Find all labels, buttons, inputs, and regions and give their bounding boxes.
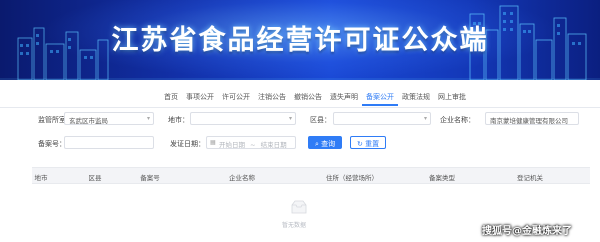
agency-select[interactable]: 玄武区市监局 ▾ <box>64 112 154 125</box>
agency-select-value: 玄武区市监局 <box>69 117 108 125</box>
empty-box-icon <box>291 200 307 214</box>
company-input-value: 南京蒙培健康管理有限公司 <box>490 117 568 125</box>
table-header: 地市 区县 备案号 企业名称 住所（经营场所） 备案类型 登记机关 <box>32 167 590 184</box>
nav-item-6[interactable]: 备案公开 <box>362 90 398 106</box>
empty-state-text: 暂无数据 <box>282 222 307 229</box>
date-end-placeholder: 结束日期 <box>260 141 287 149</box>
company-label: 企业名称： <box>440 116 475 124</box>
nav-item-0[interactable]: 首页 <box>160 90 182 106</box>
refresh-icon: ↻ <box>357 140 363 148</box>
column-header-district: 区县 <box>88 174 102 182</box>
column-header-address: 住所（经营场所） <box>326 174 378 182</box>
chevron-down-icon: ▾ <box>146 115 150 122</box>
nav-item-4[interactable]: 撤销公告 <box>290 90 326 106</box>
nav-item-8[interactable]: 网上审批 <box>434 90 470 106</box>
city-select[interactable]: ▾ <box>190 112 296 125</box>
nav-item-7[interactable]: 政策法规 <box>398 90 434 106</box>
column-header-company: 企业名称 <box>229 174 255 182</box>
date-start-placeholder: 开始日期 <box>219 141 245 149</box>
column-header-authority: 登记机关 <box>517 174 543 182</box>
record-label: 备案号： <box>38 140 66 148</box>
reset-button-label: 重置 <box>365 140 380 148</box>
calendar-icon: ▦ <box>210 139 216 146</box>
district-select[interactable]: ▾ <box>333 112 431 125</box>
chevron-down-icon: ▾ <box>423 115 427 122</box>
main-nav: 首页 事项公开 许可公开 注销公告 撤销公告 遗失声明 备案公开 政策法规 网上审批 <box>0 86 600 108</box>
reset-button[interactable]: ↻ 重置 <box>350 136 387 149</box>
search-button[interactable]: ⌕ 查询 <box>308 136 343 149</box>
nav-items: 首页 事项公开 许可公开 注销公告 撤销公告 遗失声明 备案公开 政策法规 网上审批 <box>160 90 470 106</box>
city-label: 地市： <box>168 116 189 124</box>
record-input[interactable] <box>64 136 154 149</box>
search-icon: ⌕ <box>315 140 319 148</box>
column-header-record-no: 备案号 <box>140 174 160 182</box>
column-header-city: 地市 <box>34 174 48 182</box>
chevron-down-icon: ▾ <box>288 115 292 122</box>
column-header-record-type: 备案类型 <box>429 174 455 182</box>
filter-row-2: 备案号： 发证日期： ▦ 开始日期 ~ 结束日期 ⌕ 查询 ↻ 重置 <box>0 136 600 152</box>
nav-item-5[interactable]: 遗失声明 <box>326 90 362 106</box>
date-separator: ~ <box>250 141 256 149</box>
nav-item-3[interactable]: 注销公告 <box>254 90 290 106</box>
watermark-text: 搜狐号@金融炼来了 <box>482 226 572 237</box>
company-input[interactable]: 南京蒙培健康管理有限公司 <box>485 112 579 125</box>
filter-row-1: 监管所室： 玄武区市监局 ▾ 地市： ▾ 区县： ▾ 企业名称： 南京蒙培健康管… <box>0 112 600 128</box>
search-button-label: 查询 <box>321 140 336 148</box>
nav-item-2[interactable]: 许可公开 <box>218 90 254 106</box>
date-range-picker[interactable]: ▦ 开始日期 ~ 结束日期 <box>206 136 296 149</box>
date-label: 发证日期： <box>170 140 205 148</box>
nav-item-1[interactable]: 事项公开 <box>182 90 218 106</box>
district-label: 区县： <box>310 116 331 124</box>
header-banner: 江苏省食品经营许可证公众端 <box>0 0 600 80</box>
banner-title: 江苏省食品经营许可证公众端 <box>111 25 489 56</box>
